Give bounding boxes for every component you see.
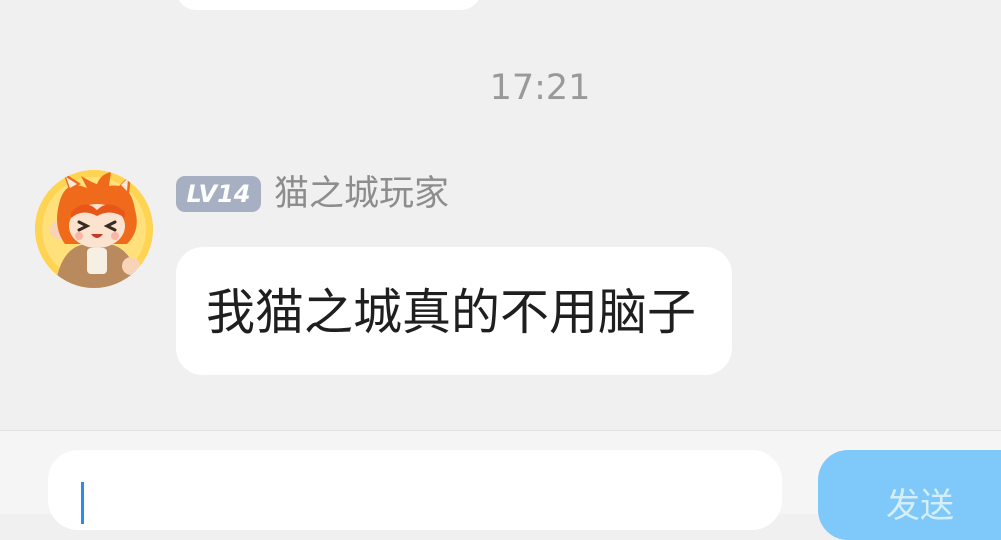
- avatar-cat-girl-icon: [35, 170, 153, 288]
- send-button[interactable]: 发送: [818, 450, 1001, 540]
- avatar[interactable]: [35, 170, 153, 288]
- message-bubble[interactable]: 我猫之城真的不用脑子: [176, 247, 732, 375]
- send-button-label: 发送: [886, 486, 954, 526]
- message-input[interactable]: [48, 450, 782, 530]
- previous-message-bubble[interactable]: [176, 0, 481, 10]
- composer-bar: 发送: [0, 430, 1001, 540]
- text-caret: [81, 482, 84, 524]
- chat-message-list[interactable]: 17:21 LV14 猫之城玩家 我猫之城真的不用脑子: [0, 0, 1001, 430]
- level-badge: LV14: [176, 176, 261, 212]
- message-timestamp: 17:21: [489, 68, 591, 108]
- sender-name[interactable]: 猫之城玩家: [274, 172, 449, 216]
- message-text: 我猫之城真的不用脑子: [206, 284, 697, 341]
